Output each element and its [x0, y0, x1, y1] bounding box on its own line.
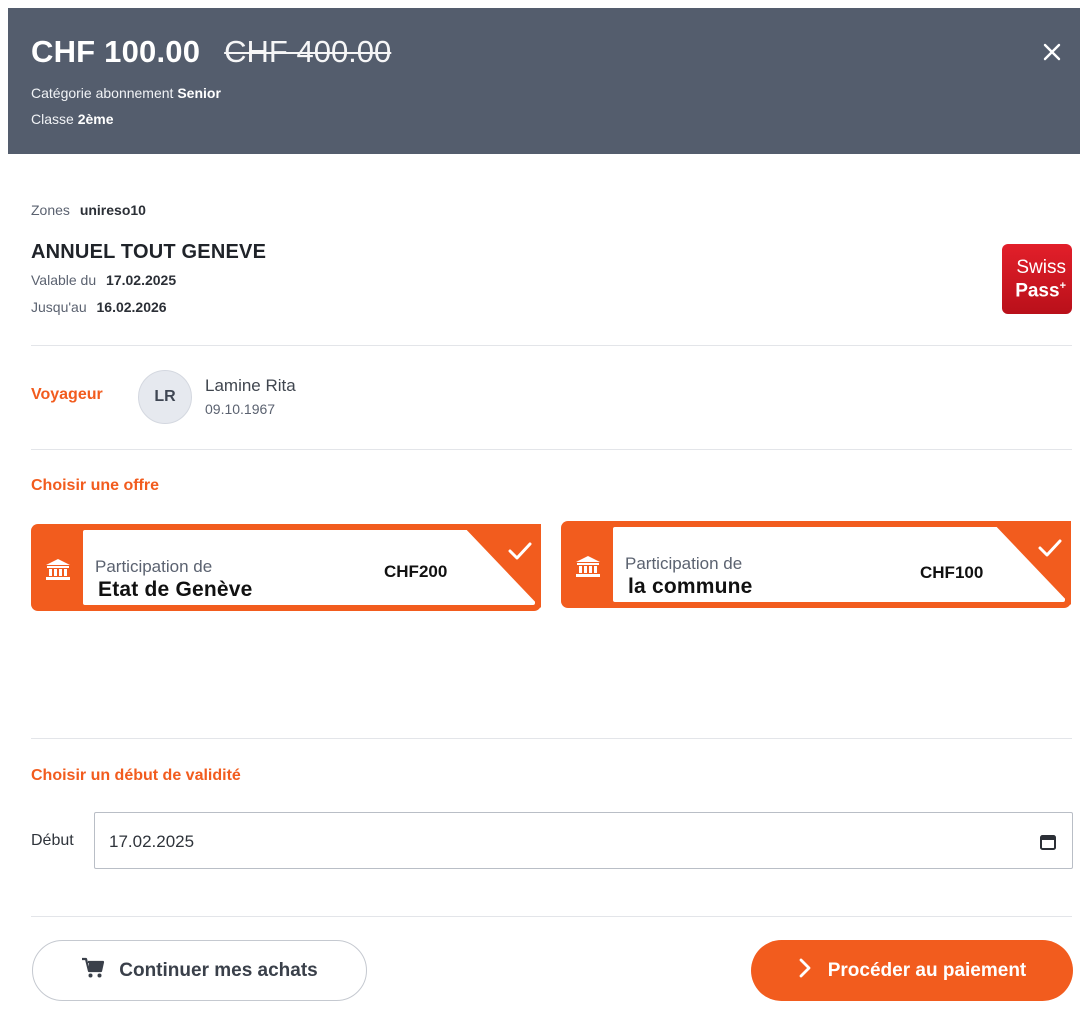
offer-label: Participation de [95, 557, 213, 576]
traveler-birthdate: 09.10.1967 [205, 401, 276, 417]
divider [31, 916, 1072, 917]
check-icon [1037, 537, 1063, 565]
zones-line: Zones unireso10 [31, 202, 146, 218]
avatar: LR [138, 370, 192, 424]
traveler-section-label: Voyageur [31, 386, 103, 403]
offer-card-etat[interactable]: Participation de Etat de Genève CHF200 [31, 524, 541, 611]
offer-label: Participation de [625, 554, 743, 573]
category-label: Catégorie abonnement [31, 85, 174, 101]
offer-organization: la commune [628, 575, 753, 598]
valid-to-value: 16.02.2026 [96, 299, 167, 315]
offer-card-commune[interactable]: Participation de la commune CHF100 [561, 521, 1071, 608]
close-icon[interactable] [1040, 40, 1064, 64]
continue-shopping-button[interactable]: Continuer mes achats [32, 940, 367, 1001]
zones-label: Zones [31, 202, 70, 218]
chevron-right-icon [798, 958, 812, 983]
category-line: Catégorie abonnement Senior [31, 85, 221, 101]
traveler-name: Lamine Rita [205, 376, 296, 395]
divider [31, 738, 1072, 739]
valid-to-label: Jusqu'au [31, 299, 87, 315]
original-price: CHF 400.00 [224, 34, 392, 69]
valid-from-label: Valable du [31, 272, 97, 288]
class-value: 2ème [77, 111, 114, 127]
proceed-payment-button[interactable]: Procéder au paiement [751, 940, 1073, 1001]
check-icon [507, 540, 533, 568]
bank-icon [575, 555, 601, 577]
offers-section-label: Choisir une offre [31, 477, 160, 494]
category-value: Senior [177, 85, 221, 101]
calendar-icon[interactable] [1039, 833, 1057, 851]
divider [31, 449, 1072, 450]
zones-value: unireso10 [79, 202, 146, 218]
bank-icon [45, 558, 71, 580]
continue-shopping-label: Continuer mes achats [119, 959, 318, 981]
class-label: Classe [31, 111, 74, 127]
subscription-modal: CHF 100.00 CHF 400.00 Catégorie abonneme… [8, 8, 1080, 1017]
valid-to-line: Jusqu'au 16.02.2026 [31, 299, 167, 315]
swisspass-line1: Swiss [1016, 257, 1066, 278]
validity-section-label: Choisir un début de validité [31, 767, 241, 784]
valid-from-value: 17.02.2025 [106, 272, 177, 288]
swisspass-logo: Swiss Pass+ [1002, 244, 1072, 314]
avatar-initials: LR [154, 388, 176, 405]
class-line: Classe 2ème [31, 111, 114, 127]
divider [31, 345, 1072, 346]
modal-header: CHF 100.00 CHF 400.00 Catégorie abonneme… [8, 8, 1080, 154]
start-date-input[interactable] [94, 812, 1073, 869]
price-row: CHF 100.00 CHF 400.00 [31, 34, 391, 70]
valid-from-line: Valable du 17.02.2025 [31, 272, 176, 288]
ticket-name: ANNUEL TOUT GENEVE [31, 241, 267, 263]
current-price: CHF 100.00 [31, 34, 201, 69]
cart-icon [81, 957, 105, 984]
start-date-value: 17.02.2025 [109, 832, 195, 851]
proceed-payment-label: Procéder au paiement [827, 959, 1027, 981]
start-label: Début [31, 832, 74, 849]
swisspass-line2: Pass [1015, 280, 1060, 302]
offer-organization: Etat de Genève [98, 578, 253, 601]
